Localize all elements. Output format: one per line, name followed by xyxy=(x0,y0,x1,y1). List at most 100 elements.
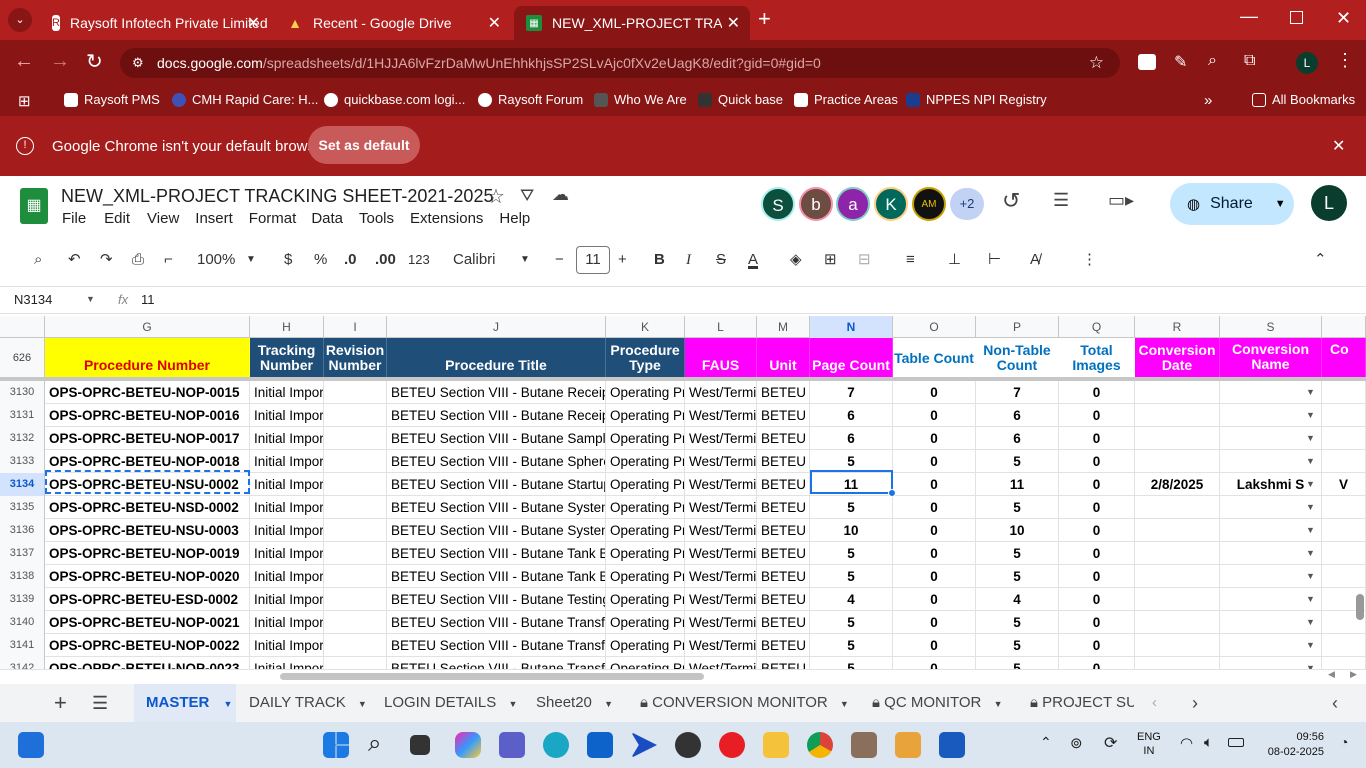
search-icon[interactable]: ⌕ xyxy=(368,730,381,758)
procedure-number-cell[interactable]: OPS-OPRC-BETEU-NOP-0015 xyxy=(45,381,250,404)
row-number[interactable]: 3133 xyxy=(0,450,45,473)
document-title[interactable]: NEW_XML-PROJECT TRACKING SHEET-2021-2025 xyxy=(61,186,493,207)
total-images-cell[interactable]: 0 xyxy=(1059,611,1135,634)
header-conversion-date[interactable]: Conversion Date xyxy=(1135,338,1220,378)
procedure-type-cell[interactable]: Operating Pr xyxy=(606,542,685,565)
more-options-icon[interactable]: ⋮ xyxy=(1082,248,1097,272)
share-button[interactable]: ◍ Share ▼ xyxy=(1170,183,1294,225)
non-table-count-cell[interactable]: 6 xyxy=(976,427,1059,450)
procedure-number-cell[interactable]: OPS-OPRC-BETEU-NSU-0003 xyxy=(45,519,250,542)
unit-cell[interactable]: BETEU xyxy=(757,611,810,634)
account-avatar[interactable]: L xyxy=(1311,185,1347,221)
tracking-number-cell[interactable]: Initial Impor xyxy=(250,473,324,496)
bookmark-raysoft-pms[interactable]: Raysoft PMS xyxy=(64,92,160,107)
tracking-number-cell[interactable]: Initial Impor xyxy=(250,496,324,519)
menu-tools[interactable]: Tools xyxy=(359,210,394,227)
collapse-menus-icon[interactable]: ⌃ xyxy=(1314,248,1327,272)
bookmark-who-we-are[interactable]: Who We Are xyxy=(594,92,687,107)
text-rotation-icon[interactable]: A̸ xyxy=(1030,248,1040,272)
procedure-number-cell[interactable]: OPS-OPRC-BETEU-NOP-0017 xyxy=(45,427,250,450)
row-number[interactable]: 3132 xyxy=(0,427,45,450)
menu-view[interactable]: View xyxy=(147,210,179,227)
faus-cell[interactable]: West/Termi xyxy=(685,611,757,634)
tracking-number-cell[interactable]: Initial Impor xyxy=(250,611,324,634)
bookmark-cmh[interactable]: CMH Rapid Care: H... xyxy=(172,92,318,107)
scroll-right-icon[interactable]: ▶ xyxy=(1350,669,1357,680)
close-window-icon[interactable]: ✕ xyxy=(1336,8,1351,29)
table-count-cell[interactable]: 0 xyxy=(893,634,976,657)
sheet-tab-master[interactable]: MASTER ▼ xyxy=(134,684,236,722)
column-header[interactable]: K xyxy=(606,316,685,338)
header-procedure-title[interactable]: Procedure Title xyxy=(387,338,606,378)
scroll-left-icon[interactable]: ◀ xyxy=(1328,669,1335,680)
total-images-cell[interactable]: 0 xyxy=(1059,496,1135,519)
dropdown-chevron-icon[interactable]: ▼ xyxy=(1306,473,1315,496)
notifications-icon[interactable]: ◔ xyxy=(1340,734,1348,750)
revision-number-cell[interactable] xyxy=(324,634,387,657)
more-bookmarks-icon[interactable]: » xyxy=(1204,92,1212,109)
dropdown-chevron-icon[interactable]: ▼ xyxy=(1306,634,1315,657)
page-count-cell[interactable]: 10 xyxy=(810,519,893,542)
row-number[interactable]: 3138 xyxy=(0,565,45,588)
header-page-count[interactable]: Page Count xyxy=(810,338,893,378)
column-header[interactable]: S xyxy=(1220,316,1322,338)
language-indicator[interactable]: ENG IN xyxy=(1137,730,1161,758)
dropdown-chevron-icon[interactable]: ▼ xyxy=(1306,565,1315,588)
procedure-title-cell[interactable]: BETEU Section VIII - Butane Startup / xyxy=(387,473,606,496)
font-select[interactable]: Calibri xyxy=(453,248,496,272)
table-count-cell[interactable]: 0 xyxy=(893,473,976,496)
procedure-number-cell[interactable]: OPS-OPRC-BETEU-NOP-0016 xyxy=(45,404,250,427)
menu-edit[interactable]: Edit xyxy=(104,210,130,227)
unit-cell[interactable]: BETEU xyxy=(757,634,810,657)
procedure-number-cell[interactable]: OPS-OPRC-BETEU-NSD-0002 xyxy=(45,496,250,519)
search-menus-icon[interactable]: ⌕ xyxy=(34,248,42,272)
non-table-count-cell[interactable]: 6 xyxy=(976,404,1059,427)
menu-extensions[interactable]: Extensions xyxy=(410,210,483,227)
procedure-number-cell[interactable]: OPS-OPRC-BETEU-NOP-0021 xyxy=(45,611,250,634)
sheet-tab-daily-track[interactable]: DAILY TRACK ▼ xyxy=(249,684,367,722)
dropdown-chevron-icon[interactable]: ▼ xyxy=(1306,427,1315,450)
next-column-cell[interactable] xyxy=(1322,381,1366,404)
zoom-search-icon[interactable]: ⌕ xyxy=(1208,52,1217,70)
dropdown-chevron-icon[interactable]: ▼ xyxy=(1306,519,1315,542)
procedure-title-cell[interactable]: BETEU Section VIII - Butane Transfer xyxy=(387,611,606,634)
sheet-tab-sheet20[interactable]: Sheet20 ▼ xyxy=(536,684,613,722)
revision-number-cell[interactable] xyxy=(324,611,387,634)
table-count-cell[interactable]: 0 xyxy=(893,404,976,427)
procedure-title-cell[interactable]: BETEU Section VIII - Butane Receipt from xyxy=(387,381,606,404)
next-column-cell[interactable] xyxy=(1322,519,1366,542)
total-images-cell[interactable]: 0 xyxy=(1059,519,1135,542)
chrome-icon[interactable] xyxy=(807,732,833,758)
collaborator-avatar[interactable]: K xyxy=(874,187,908,221)
battery-icon[interactable] xyxy=(1228,738,1244,747)
unit-cell[interactable]: BETEU xyxy=(757,381,810,404)
unit-cell[interactable]: BETEU xyxy=(757,450,810,473)
collapse-sidepanel-icon[interactable]: ‹ xyxy=(1332,684,1338,722)
dropdown-chevron-icon[interactable]: ▼ xyxy=(1306,496,1315,519)
header-faus[interactable]: FAUS xyxy=(685,338,757,378)
procedure-number-cell[interactable]: OPS-OPRC-BETEU-ESD-0002 xyxy=(45,588,250,611)
column-header[interactable]: J xyxy=(387,316,606,338)
faus-cell[interactable]: West/Termi xyxy=(685,473,757,496)
bookmark-star-icon[interactable]: ☆ xyxy=(1089,48,1104,78)
procedure-title-cell[interactable]: BETEU Section VIII - Butane Sphere V xyxy=(387,450,606,473)
conversion-date-cell[interactable] xyxy=(1135,427,1220,450)
move-folder-icon[interactable]: ⛛ xyxy=(520,186,534,206)
all-sheets-icon[interactable]: ☰ xyxy=(92,684,108,722)
tracking-number-cell[interactable]: Initial Impor xyxy=(250,519,324,542)
non-table-count-cell[interactable]: 7 xyxy=(976,381,1059,404)
url-bar[interactable]: ⚙ docs.google.com/spreadsheets/d/1HJJA6l… xyxy=(120,48,1120,78)
column-header[interactable]: L xyxy=(685,316,757,338)
dropdown-chevron-icon[interactable]: ▼ xyxy=(1306,450,1315,473)
header-table-count[interactable]: Table Count xyxy=(893,338,976,378)
faus-cell[interactable]: West/Termi xyxy=(685,634,757,657)
procedure-title-cell[interactable]: BETEU Section VIII - Butane Receipt from xyxy=(387,404,606,427)
menu-file[interactable]: File xyxy=(62,210,86,227)
close-infobar-icon[interactable]: ✕ xyxy=(1332,136,1345,156)
more-formats-button[interactable]: 123 xyxy=(408,248,430,272)
procedure-title-cell[interactable]: BETEU Section VIII - Butane Transfer xyxy=(387,634,606,657)
horizontal-align-icon[interactable]: ≡ xyxy=(906,248,915,272)
puzzle-extensions-icon[interactable]: ⧉ xyxy=(1244,52,1255,70)
total-images-cell[interactable]: 0 xyxy=(1059,473,1135,496)
page-count-cell[interactable]: 7 xyxy=(810,381,893,404)
